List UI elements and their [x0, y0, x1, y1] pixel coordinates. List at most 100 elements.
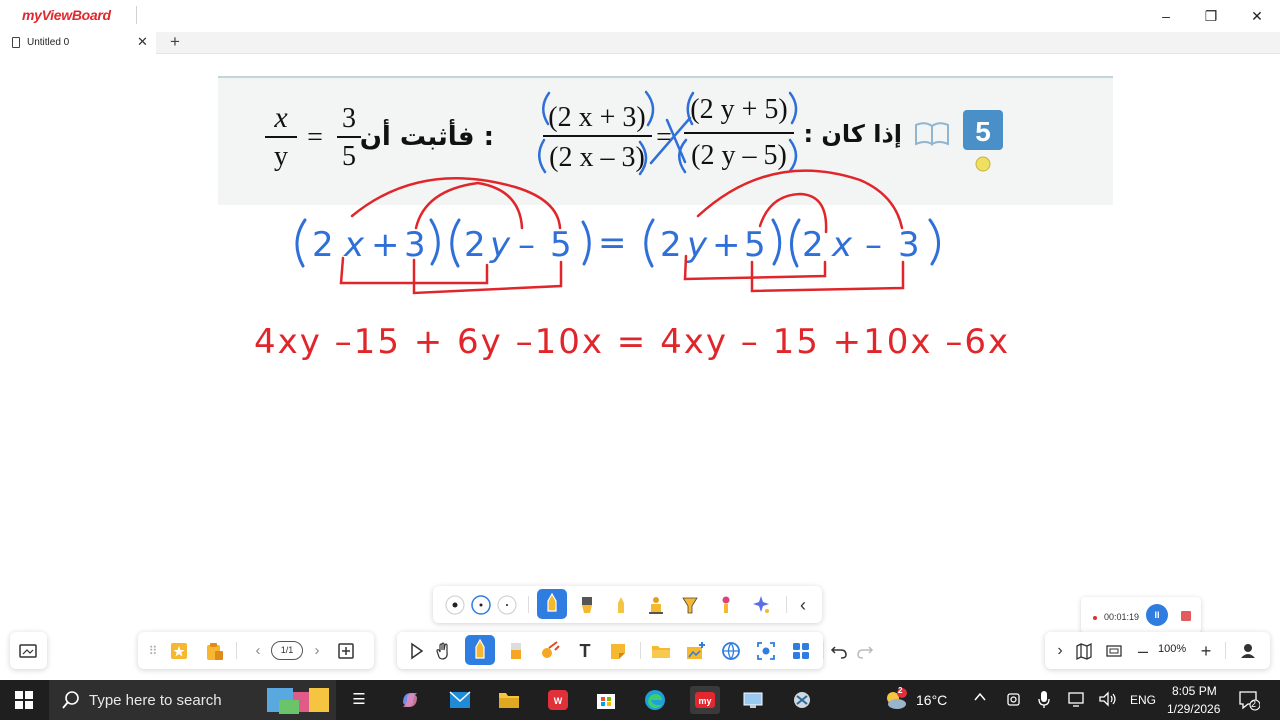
add-tab-button[interactable]: +	[170, 32, 180, 52]
restore-button[interactable]: ❐	[1189, 4, 1233, 28]
calligraphy-pen-button[interactable]	[677, 592, 703, 618]
screen-capture-icon[interactable]	[15, 638, 41, 664]
toolbar-divider	[236, 642, 237, 659]
myviewboard-taskbar-icon[interactable]: my	[690, 686, 720, 714]
result-equals: =	[307, 122, 323, 153]
search-placeholder: Type here to search	[89, 692, 222, 709]
handwriting-line-1-text: 2 x + 3 2 y – 5 = 2 y + 5 2 x – 3	[312, 223, 920, 265]
map-icon[interactable]	[1071, 638, 1097, 664]
task-view-icon[interactable]: ☰	[344, 686, 374, 714]
magic-pen-button[interactable]	[748, 592, 774, 618]
weather-badge: 2	[898, 686, 903, 695]
eraser-tool-icon[interactable]	[503, 638, 529, 664]
meet-now-icon[interactable]	[1005, 689, 1023, 712]
pen-tool-button[interactable]	[537, 589, 567, 619]
add-page-button[interactable]	[333, 638, 359, 664]
show-hidden-icons-button[interactable]	[973, 690, 987, 707]
apps-icon[interactable]	[788, 638, 814, 664]
fit-screen-icon[interactable]	[1101, 638, 1127, 664]
web-browser-icon[interactable]	[718, 638, 744, 664]
network-icon[interactable]	[1067, 690, 1087, 711]
weather-icon[interactable]	[882, 686, 910, 717]
remote-desktop-icon[interactable]	[738, 686, 768, 714]
notification-count: 2	[1251, 699, 1257, 709]
microsoft-store-icon[interactable]	[591, 686, 621, 714]
pen-size-small[interactable]	[442, 592, 468, 618]
snipping-tool-icon[interactable]	[787, 686, 817, 714]
tab-close-button[interactable]: ✕	[137, 34, 148, 50]
zoom-out-button[interactable]: –	[1130, 638, 1156, 664]
next-page-button[interactable]: ›	[304, 638, 330, 664]
ink-l1-minus1: –	[518, 225, 535, 265]
clock-time[interactable]: 8:05 PM	[1172, 684, 1217, 698]
pen-tool-active-button[interactable]	[465, 635, 495, 665]
shape-tool-icon[interactable]	[537, 638, 563, 664]
weather-temp[interactable]: 16°C	[916, 692, 947, 708]
expand-view-bar-button[interactable]: ›	[1047, 638, 1073, 664]
search-icon	[61, 690, 81, 715]
pen-size-medium[interactable]	[468, 592, 494, 618]
handwriting-line-2: 4xy –15 + 6y –10x = 4xy – 15 +10x –6x	[254, 322, 1010, 362]
text-tool-icon[interactable]: T	[572, 638, 598, 664]
if-text: : إذا كان	[803, 120, 902, 148]
toolbar-divider	[528, 596, 529, 613]
pen-size-large[interactable]	[494, 592, 520, 618]
screenshot-icon[interactable]	[753, 638, 779, 664]
document-icon	[12, 37, 20, 48]
favorite-icon[interactable]	[166, 638, 192, 664]
ink-l1-2a: 2	[312, 225, 334, 265]
language-indicator[interactable]: ENG	[1130, 693, 1156, 707]
close-window-button[interactable]: ✕	[1235, 4, 1279, 28]
ink-l1-plus1: +	[371, 225, 400, 265]
minimize-button[interactable]: –	[1144, 4, 1188, 28]
user-avatar-icon[interactable]	[1235, 638, 1261, 664]
pause-recording-button[interactable]: II	[1146, 604, 1168, 626]
ink-l1-y1: y	[489, 225, 511, 265]
select-tool-icon[interactable]	[403, 638, 429, 664]
pen-toolbar: ‹	[433, 586, 822, 623]
windows-start-icon[interactable]	[9, 686, 39, 714]
clock-date[interactable]: 1/29/2026	[1167, 702, 1220, 716]
toolbar-divider	[1225, 642, 1226, 659]
glow-pen-button[interactable]	[713, 592, 739, 618]
drag-handle-icon[interactable]: ⠿	[140, 638, 166, 664]
ink-l1-plus2: +	[712, 225, 741, 265]
result-y: y	[274, 141, 288, 172]
brush-tool-button[interactable]	[643, 592, 669, 618]
svg-text:my: my	[698, 696, 711, 706]
edge-browser-icon[interactable]	[640, 686, 670, 714]
taskbar-search-box[interactable]: Type here to search	[49, 680, 336, 720]
volume-icon[interactable]	[1098, 690, 1118, 711]
search-highlight-icon	[265, 684, 331, 720]
hand-tool-icon[interactable]	[430, 638, 456, 664]
cursor-indicator	[975, 156, 991, 172]
result-3: 3	[342, 103, 356, 134]
main-toolbar: T	[397, 632, 824, 669]
page-indicator[interactable]: 1/1	[271, 641, 303, 660]
wps-office-icon[interactable]: W	[543, 686, 573, 714]
highlighter-tool-button[interactable]	[608, 592, 634, 618]
prev-page-button[interactable]: ‹	[245, 638, 271, 664]
mail-icon[interactable]	[445, 686, 475, 714]
collapse-pen-toolbar-button[interactable]: ‹	[790, 592, 816, 618]
prove-text: فأثبت أن :	[360, 119, 494, 152]
tab-untitled[interactable]: Untitled 0 ✕	[0, 32, 156, 54]
copilot-icon[interactable]	[395, 686, 425, 714]
title-separator	[136, 6, 137, 24]
toolbar-divider	[640, 642, 641, 659]
file-explorer-icon[interactable]	[494, 686, 524, 714]
microphone-icon[interactable]	[1036, 689, 1052, 712]
windows-taskbar: Type here to search ☰ W my 2 16°C ENG 8:…	[0, 680, 1280, 720]
undo-icon[interactable]	[826, 638, 852, 664]
redo-icon[interactable]	[852, 638, 878, 664]
insert-media-icon[interactable]	[683, 638, 709, 664]
folder-icon[interactable]	[648, 638, 674, 664]
sticky-note-icon[interactable]	[605, 638, 631, 664]
stop-recording-button[interactable]	[1181, 611, 1191, 621]
clipboard-icon[interactable]	[201, 638, 227, 664]
marker-tool-button[interactable]	[574, 592, 600, 618]
ink-l1-y2: y	[686, 225, 708, 265]
page-bar: ⠿ ‹ 1/1 ›	[138, 632, 374, 669]
notification-icon[interactable]	[1238, 689, 1261, 714]
zoom-in-button[interactable]: +	[1193, 638, 1219, 664]
